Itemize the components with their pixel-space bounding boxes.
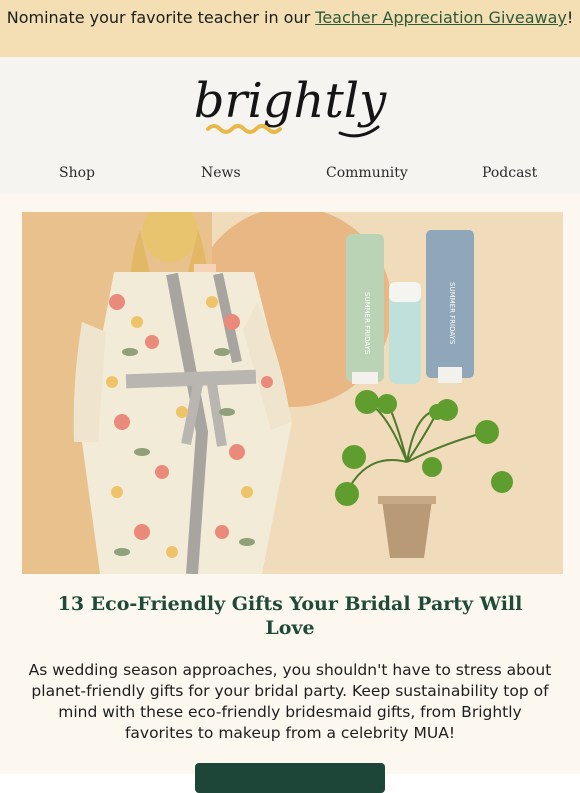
nav-shop[interactable]: Shop bbox=[59, 165, 95, 181]
nav-news[interactable]: News bbox=[201, 165, 241, 181]
article-title[interactable]: 13 Eco-Friendly Gifts Your Bridal Party … bbox=[40, 592, 540, 640]
banner-suffix: ! bbox=[566, 8, 574, 27]
main-nav: Shop News Community Podcast bbox=[0, 165, 580, 189]
nav-podcast[interactable]: Podcast bbox=[482, 165, 537, 181]
article-body: As wedding season approaches, you should… bbox=[28, 661, 552, 742]
product-label-1: SUMMER FRIDAYS bbox=[363, 292, 371, 355]
site-header: brightly Shop News Community Podcast bbox=[0, 57, 580, 194]
logo-wordmark: brightly bbox=[194, 73, 387, 129]
nav-community[interactable]: Community bbox=[326, 165, 408, 181]
giveaway-link[interactable]: Teacher Appreciation Giveaway bbox=[315, 8, 567, 27]
banner-text: Nominate your favorite teacher in our bbox=[6, 8, 316, 27]
announcement-banner: Nominate your favorite teacher in our Te… bbox=[0, 0, 580, 57]
hero-illustration: SUMMER FRIDAYS SUMMER FRIDAYS bbox=[22, 212, 563, 574]
hero-image[interactable]: SUMMER FRIDAYS SUMMER FRIDAYS bbox=[22, 212, 563, 574]
product-label-2: SUMMER FRIDAYS bbox=[448, 282, 456, 345]
main-content: SUMMER FRIDAYS SUMMER FRIDAYS 13 Eco-Fri… bbox=[0, 194, 580, 793]
read-more-button[interactable] bbox=[195, 763, 385, 793]
brightly-logo[interactable]: brightly bbox=[190, 71, 390, 153]
